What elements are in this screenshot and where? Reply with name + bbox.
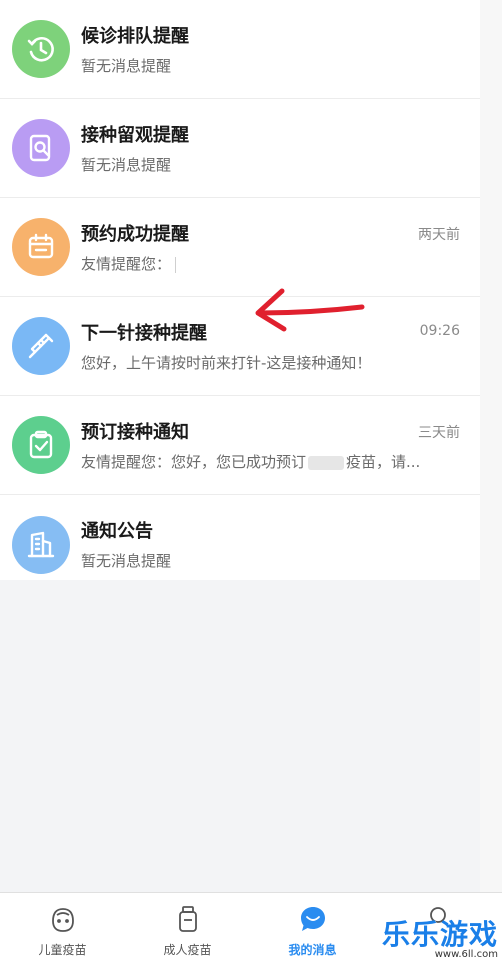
- chat-bubble-icon: [300, 907, 325, 931]
- annotation-arrow-icon: [255, 288, 365, 332]
- message-time: 09:26: [419, 323, 460, 339]
- message-subtitle: 暂无消息提醒: [81, 552, 172, 570]
- message-item-booking-success[interactable]: 预约成功提醒 友情提醒您： 两天前: [0, 198, 480, 297]
- right-edge: [480, 0, 502, 892]
- tab-label: 成人疫苗: [163, 943, 212, 957]
- message-title: 接种留观提醒: [81, 125, 189, 146]
- message-item-next-dose[interactable]: 下一针接种提醒 您好，上午请按时前来打针-这是接种通知！ 09:26: [0, 297, 480, 396]
- message-subtitle: 暂无消息提醒: [81, 156, 172, 174]
- building-icon: [12, 515, 70, 574]
- message-subtitle: 友情提醒您：您好，您已成功预订 疫苗，请...: [81, 453, 421, 471]
- message-title: 通知公告: [81, 521, 153, 542]
- message-title: 下一针接种提醒: [81, 323, 207, 344]
- message-subtitle: 暂无消息提醒: [81, 57, 172, 75]
- message-title: 预约成功提醒: [81, 224, 189, 245]
- message-time: 三天前: [418, 425, 460, 441]
- watermark-brand: 乐乐游戏: [381, 918, 498, 951]
- tab-child-vaccine[interactable]: 儿童疫苗: [0, 893, 125, 966]
- syringe-icon: [12, 317, 70, 375]
- tab-my-messages[interactable]: 我的消息: [250, 893, 375, 966]
- watermark-logo: 乐乐游戏 www.6ll.com: [382, 913, 498, 960]
- clipboard-check-icon: [12, 416, 70, 474]
- message-subtitle: 您好，上午请按时前来打针-这是接种通知！: [81, 354, 372, 372]
- message-item-queue[interactable]: 候诊排队提醒 暂无消息提醒: [0, 0, 480, 99]
- document-search-icon: [12, 119, 70, 177]
- child-face-icon: [51, 908, 74, 932]
- tab-label: 我的消息: [288, 943, 337, 957]
- clock-history-icon: [12, 20, 70, 78]
- message-time: 两天前: [418, 227, 460, 243]
- message-item-reservation[interactable]: 预订接种通知 友情提醒您：您好，您已成功预订 疫苗，请... 三天前: [0, 396, 480, 495]
- tab-adult-vaccine[interactable]: 成人疫苗: [125, 893, 250, 966]
- redacted-text: [308, 455, 345, 470]
- calendar-icon: [12, 218, 70, 276]
- tab-label: 儿童疫苗: [38, 943, 87, 957]
- message-item-observation[interactable]: 接种留观提醒 暂无消息提醒: [0, 99, 480, 198]
- message-title: 预订接种通知: [81, 422, 189, 443]
- vaccine-bottle-icon: [178, 906, 197, 932]
- message-subtitle: 友情提醒您：: [81, 253, 177, 274]
- message-list: 候诊排队提醒 暂无消息提醒 接种留观提醒 暂无消息提醒 预约成功提醒 友情提醒您…: [0, 0, 480, 594]
- message-title: 候诊排队提醒: [81, 26, 189, 47]
- empty-area: [0, 580, 480, 892]
